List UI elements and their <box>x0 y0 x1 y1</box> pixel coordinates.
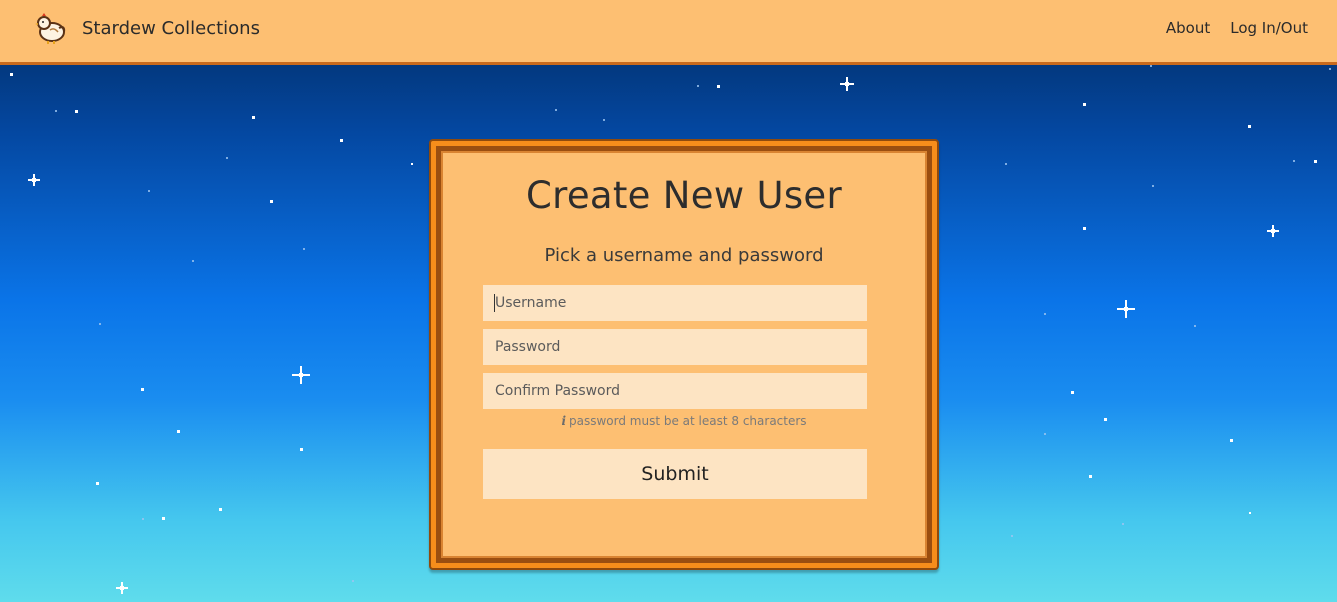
create-user-card: Create New User Pick a username and pass… <box>429 139 939 570</box>
about-link[interactable]: About <box>1166 19 1210 37</box>
password-hint-text: password must be at least 8 characters <box>569 414 807 428</box>
app-title: Stardew Collections <box>82 17 260 39</box>
info-icon: i <box>561 414 566 428</box>
nav-links: About Log In/Out <box>1166 19 1308 37</box>
form-subtitle: Pick a username and password <box>544 245 824 266</box>
username-input[interactable] <box>483 285 867 321</box>
text-cursor <box>494 294 495 312</box>
page-title: Create New User <box>525 174 842 217</box>
login-logout-link[interactable]: Log In/Out <box>1230 19 1308 37</box>
brand[interactable]: Stardew Collections <box>34 10 260 46</box>
chicken-icon <box>35 13 66 44</box>
password-input[interactable] <box>483 329 867 365</box>
navbar: Stardew Collections About Log In/Out <box>0 0 1337 65</box>
submit-button[interactable]: Submit <box>483 449 867 499</box>
confirm-password-input[interactable] <box>483 373 867 409</box>
password-hint: i password must be at least 8 characters <box>431 414 937 428</box>
